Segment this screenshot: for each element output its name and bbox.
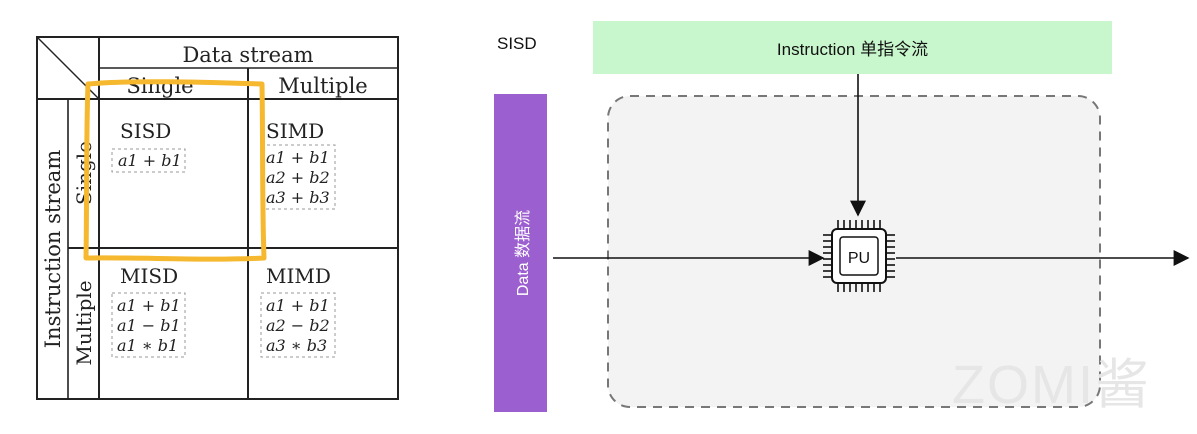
simd-cell-title: SIMD [266, 119, 324, 143]
instruction-stream-header: Instruction stream [41, 150, 65, 349]
cpu-chip-icon: PU [823, 220, 895, 292]
mimd-op-2: a2 − b2 [266, 316, 330, 335]
mimd-op-3: a3 ∗ b3 [266, 336, 327, 355]
col-multiple-header: Multiple [278, 74, 368, 98]
sisd-op: a1 + b1 [118, 151, 182, 170]
misd-op-2: a1 − b1 [117, 316, 181, 335]
watermark-logo: ZOMI酱 [952, 355, 1151, 415]
simd-op-1: a1 + b1 [266, 148, 330, 167]
misd-op-3: a1 ∗ b1 [117, 336, 178, 355]
row-single-header: Single [72, 141, 96, 205]
row-multiple-header: Multiple [72, 280, 96, 365]
mimd-op-1: a1 + b1 [266, 296, 330, 315]
simd-op-3: a3 + b3 [266, 188, 330, 207]
sisd-cell-title: SISD [120, 119, 171, 143]
misd-op-1: a1 + b1 [117, 296, 181, 315]
data-stream-header: Data stream [182, 43, 313, 67]
col-single-header: Single [126, 74, 193, 98]
flynn-taxonomy-table: Data stream Single Multiple Instruction … [36, 36, 399, 400]
mimd-cell-title: MIMD [266, 264, 331, 288]
misd-cell-title: MISD [120, 264, 178, 288]
sisd-highlight-stroke [83, 79, 267, 262]
simd-op-2: a2 + b2 [266, 168, 330, 187]
processor-label: PU [848, 250, 870, 267]
